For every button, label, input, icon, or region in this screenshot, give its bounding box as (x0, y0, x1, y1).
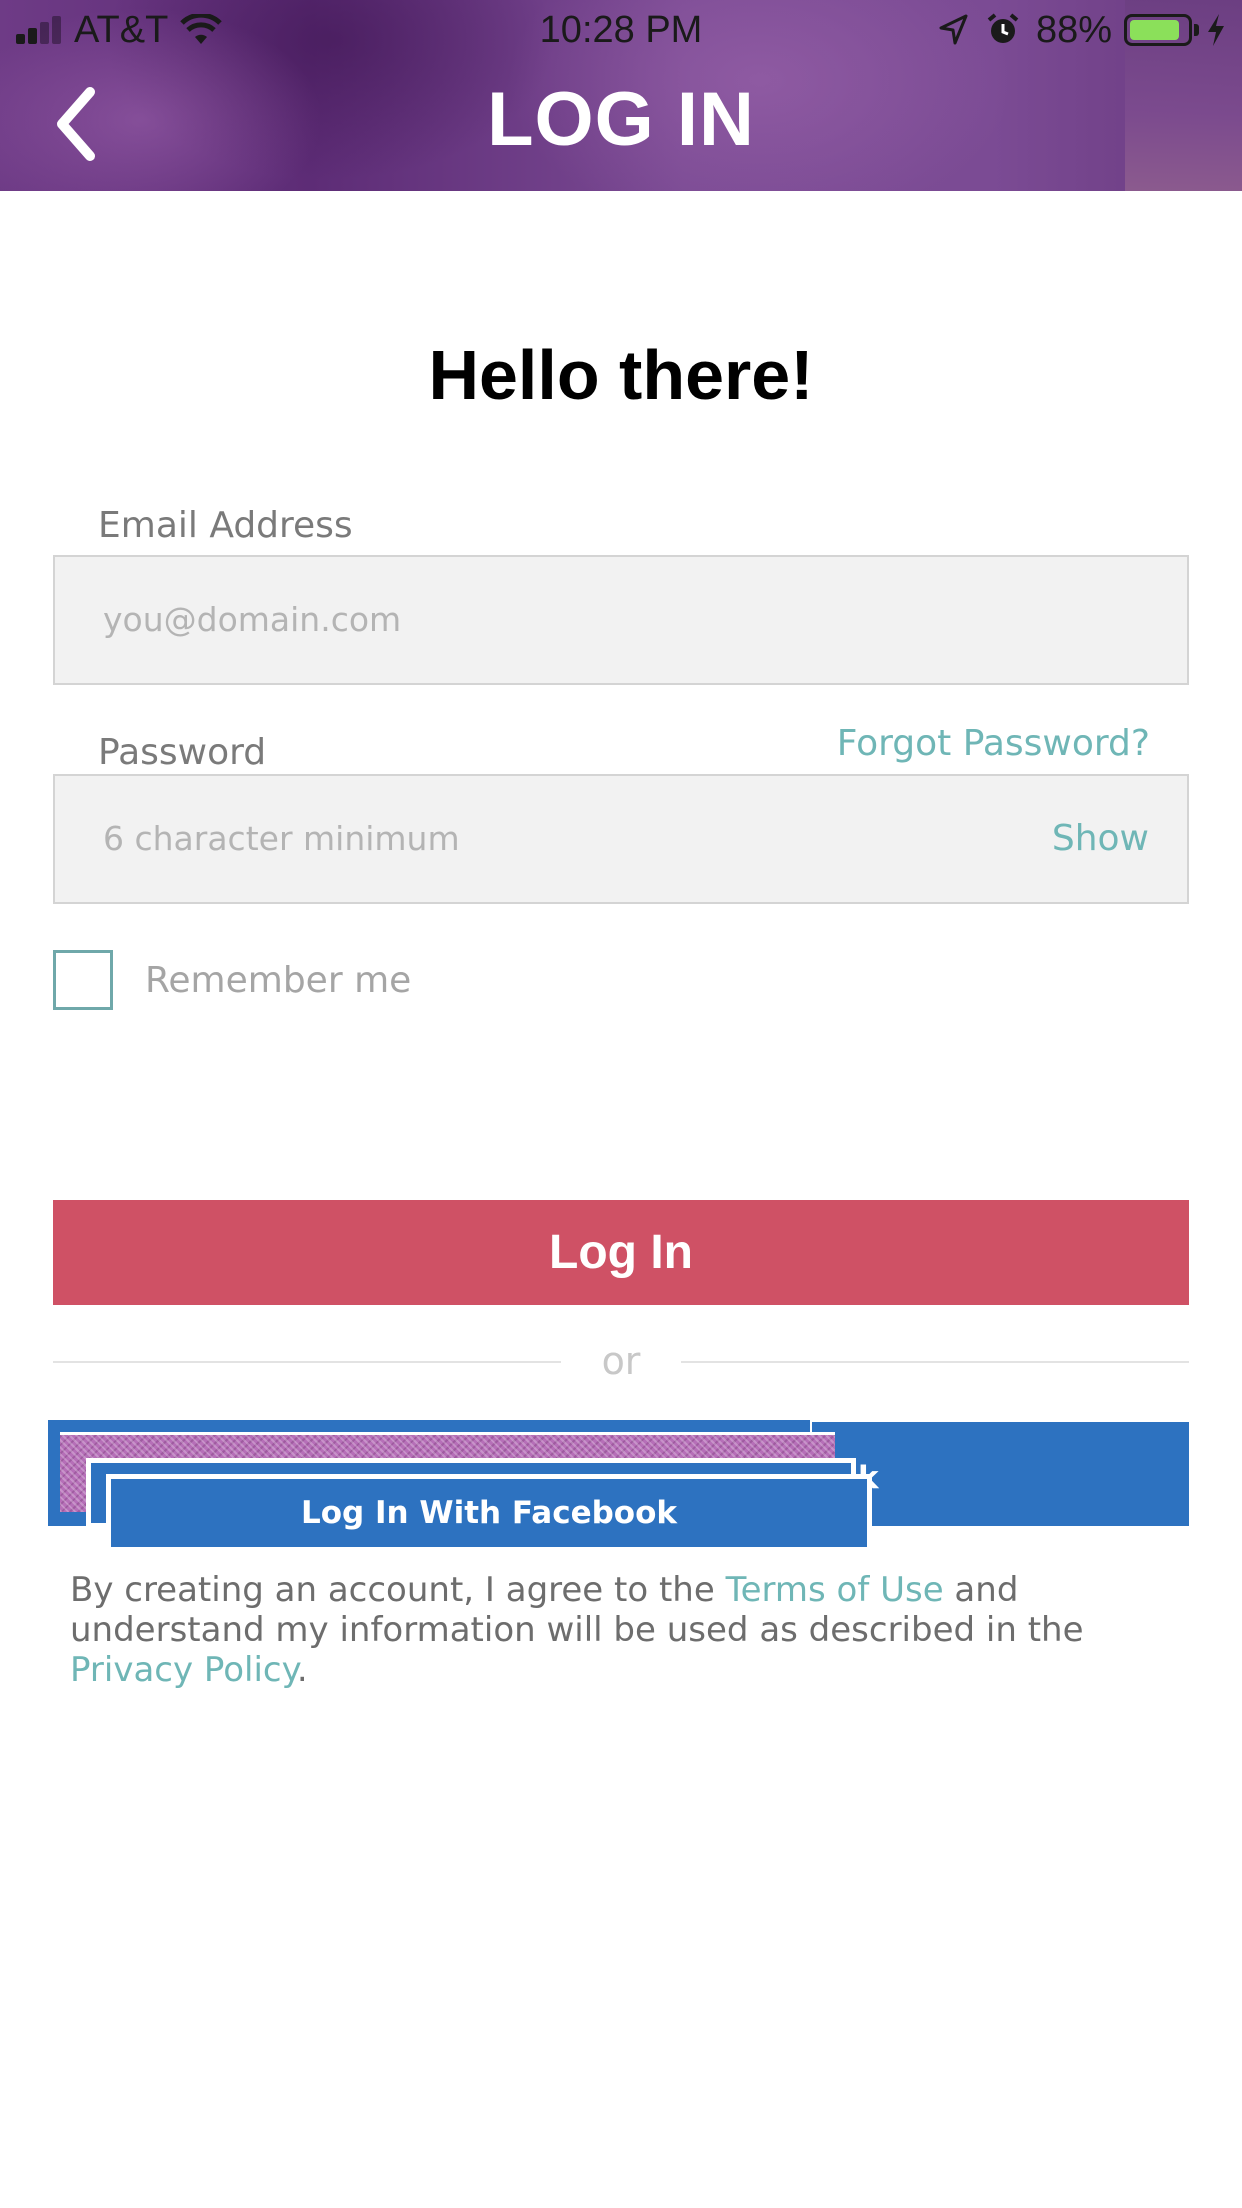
battery-icon (1124, 14, 1192, 46)
remember-me-label[interactable]: Remember me (145, 958, 411, 1004)
legal-suffix: . (296, 1650, 308, 1690)
password-placeholder: 6 character minimum (103, 819, 460, 858)
show-password-toggle[interactable]: Show (1052, 776, 1149, 902)
remember-me-checkbox[interactable] (53, 950, 113, 1010)
login-button[interactable]: Log In (53, 1200, 1189, 1305)
password-label: Password (98, 732, 267, 773)
page-title: LOG IN (487, 77, 755, 162)
legal-prefix: By creating an account, I agree to the (70, 1570, 726, 1610)
battery-percentage: 88% (1036, 9, 1113, 51)
email-field[interactable]: you@domain.com (53, 555, 1189, 685)
legal-disclaimer: By creating an account, I agree to the T… (70, 1570, 1170, 1690)
password-field[interactable]: 6 character minimum Show (53, 774, 1189, 904)
app-header: AT&T 10:28 PM 88% LOG IN (0, 0, 1242, 191)
battery-fill (1130, 20, 1179, 40)
divider-line-left (53, 1361, 561, 1363)
charging-bolt-icon (1208, 14, 1224, 46)
terms-of-use-link[interactable]: Terms of Use (726, 1570, 944, 1610)
divider-or-text: or (601, 1339, 641, 1383)
email-placeholder: you@domain.com (103, 600, 402, 639)
facebook-login-button[interactable]: Log In With Facebook (106, 1474, 872, 1552)
status-bar: AT&T 10:28 PM 88% (0, 0, 1242, 60)
forgot-password-link[interactable]: Forgot Password? (837, 720, 1150, 768)
email-label: Email Address (98, 505, 353, 546)
greeting-heading: Hello there! (428, 336, 814, 414)
privacy-policy-link[interactable]: Privacy Policy (70, 1650, 297, 1690)
alarm-clock-icon (987, 13, 1019, 43)
location-arrow-icon (939, 14, 968, 45)
battery-tip (1194, 24, 1199, 36)
divider-line-right (681, 1361, 1189, 1363)
